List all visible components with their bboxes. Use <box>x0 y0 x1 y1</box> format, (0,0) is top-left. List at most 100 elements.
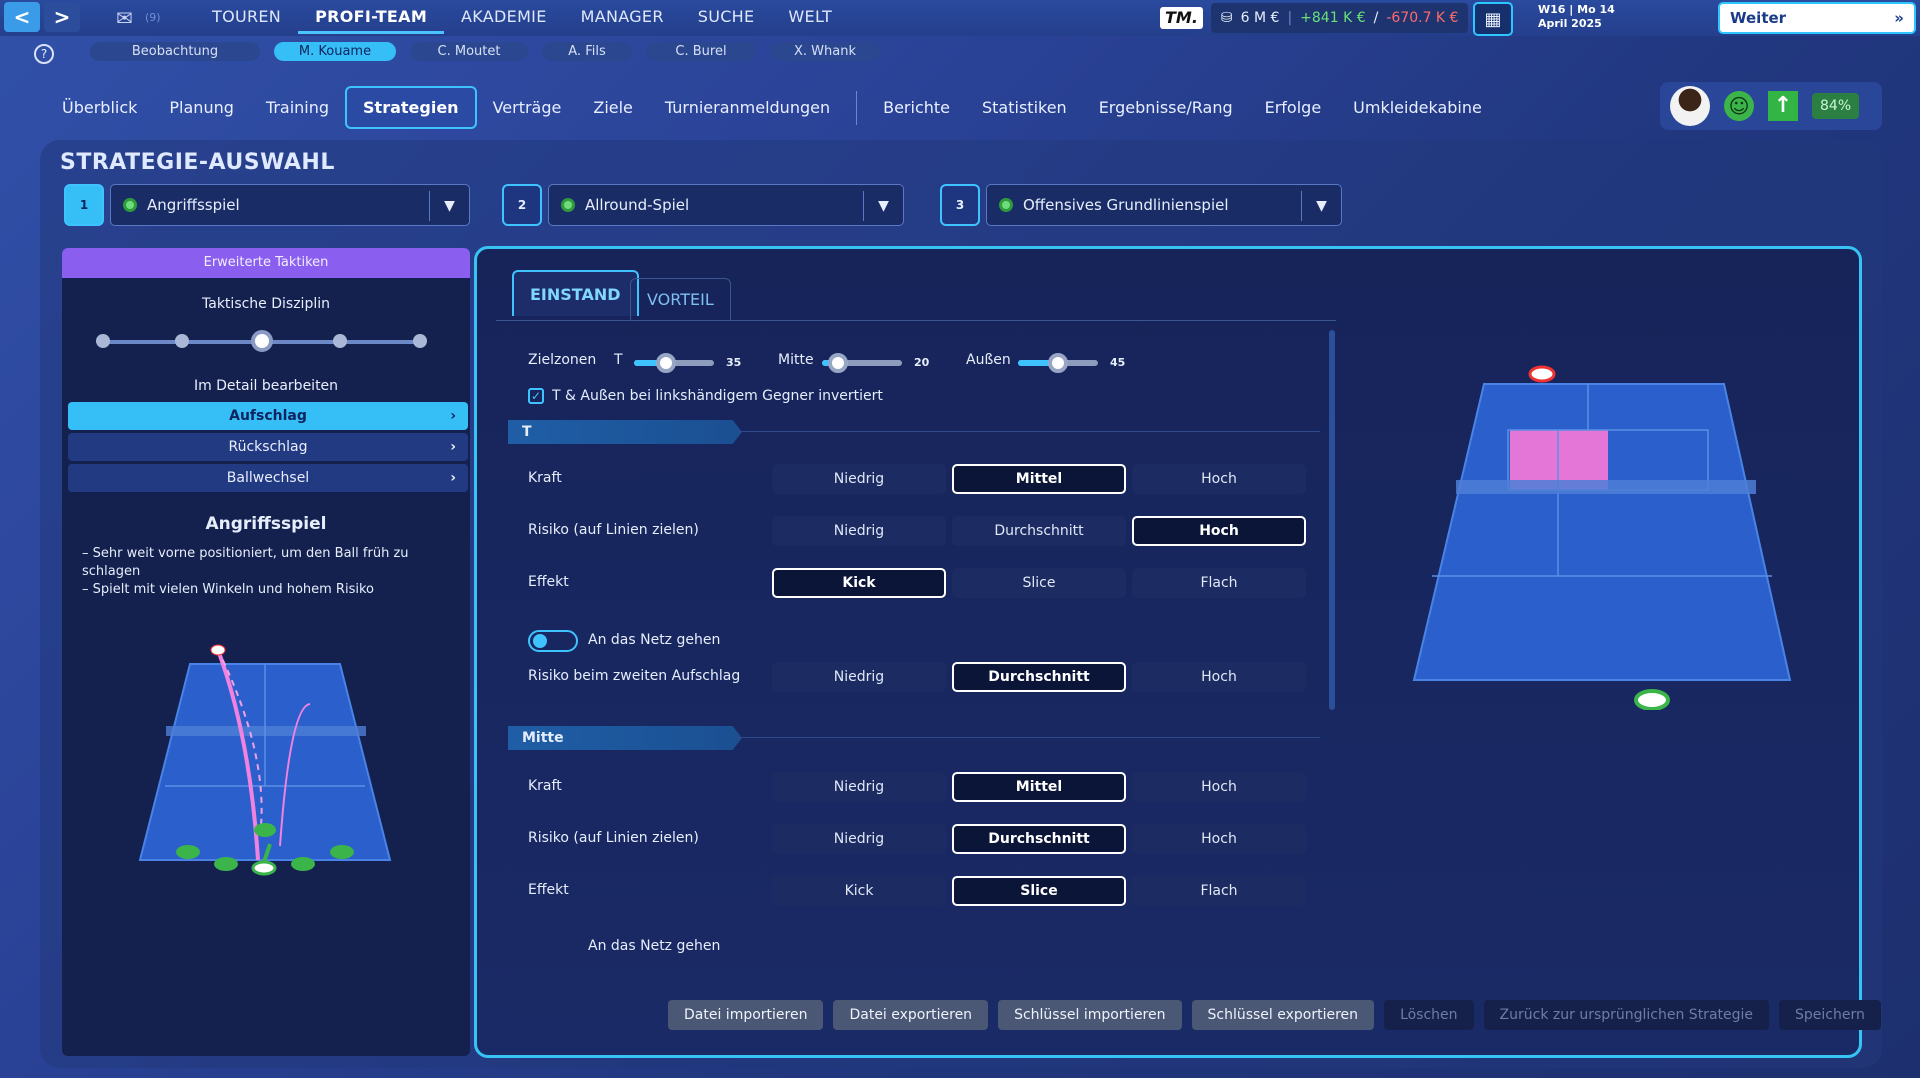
save-button[interactable]: Speichern <box>1779 1000 1881 1030</box>
invert-checkbox[interactable]: ✓ <box>528 388 544 404</box>
option-mittel[interactable]: Mittel <box>952 464 1126 494</box>
player-tab-kouame[interactable]: M. Kouame <box>274 42 396 61</box>
tab-vorteil[interactable]: VORTEIL <box>630 278 731 320</box>
tab-einstand[interactable]: EINSTAND <box>512 270 639 316</box>
option-durchschnitt[interactable]: Durchschnitt <box>952 662 1126 692</box>
discipline-slider[interactable] <box>96 330 427 352</box>
option-niedrig[interactable]: Niedrig <box>772 824 946 854</box>
player-tab-whank[interactable]: X. Whank <box>770 42 880 61</box>
tab-ergebnisse[interactable]: Ergebnisse/Rang <box>1083 88 1249 127</box>
option-hoch[interactable]: Hoch <box>1132 464 1306 494</box>
slider-step[interactable] <box>413 334 427 348</box>
option-niedrig[interactable]: Niedrig <box>772 464 946 494</box>
option-flach[interactable]: Flach <box>1132 568 1306 598</box>
delete-button[interactable]: Löschen <box>1384 1000 1474 1030</box>
option-durchschnitt[interactable]: Durchschnitt <box>952 516 1126 546</box>
help-icon[interactable]: ? <box>34 44 54 64</box>
option-hoch[interactable]: Hoch <box>1132 662 1306 692</box>
tab-erfolge[interactable]: Erfolge <box>1249 88 1338 127</box>
row-label: Risiko (auf Linien zielen) <box>528 522 699 538</box>
menu-touren[interactable]: TOUREN <box>195 0 298 34</box>
option-niedrig[interactable]: Niedrig <box>772 772 946 802</box>
option-hoch[interactable]: Hoch <box>1132 772 1306 802</box>
detail-item-rueckschlag[interactable]: Rückschlag › <box>68 433 468 461</box>
zone-t-slider[interactable] <box>634 353 714 373</box>
option-kick[interactable]: Kick <box>772 568 946 598</box>
detail-item-ballwechsel[interactable]: Ballwechsel › <box>68 464 468 492</box>
balance: 6 M € <box>1240 10 1280 26</box>
finance-box[interactable]: ⛁ 6 M € | +841 K € / -670.7 K € <box>1210 3 1469 33</box>
zone-aussen-slider[interactable] <box>1018 353 1098 373</box>
status-dot-icon <box>561 198 575 212</box>
slider-knob[interactable] <box>656 353 676 373</box>
menu-manager[interactable]: MANAGER <box>564 0 681 34</box>
zone-mitte-slider[interactable] <box>822 353 902 373</box>
calendar-button[interactable]: ▦ <box>1473 2 1513 36</box>
option-mittel[interactable]: Mittel <box>952 772 1126 802</box>
option-slice[interactable]: Slice <box>952 876 1126 906</box>
slider-knob[interactable] <box>251 330 273 352</box>
option-hoch[interactable]: Hoch <box>1132 824 1306 854</box>
strategy-select-2[interactable]: Allround-Spiel ▼ <box>548 184 904 226</box>
tab-planung[interactable]: Planung <box>153 88 249 127</box>
export-key-button[interactable]: Schlüssel exportieren <box>1191 1000 1375 1030</box>
menu-akademie[interactable]: AKADEMIE <box>444 0 564 34</box>
player-tabs: Beobachtung M. Kouame C. Moutet A. Fils … <box>90 42 880 61</box>
option-kick[interactable]: Kick <box>772 876 946 906</box>
player-tab-beobachtung[interactable]: Beobachtung <box>90 42 260 61</box>
option-niedrig[interactable]: Niedrig <box>772 662 946 692</box>
tab-vertraege[interactable]: Verträge <box>477 88 578 127</box>
option-slice[interactable]: Slice <box>952 568 1126 598</box>
tab-berichte[interactable]: Berichte <box>867 88 966 127</box>
net-toggle[interactable] <box>528 630 578 652</box>
slider-step[interactable] <box>96 334 110 348</box>
fitness-percent: 84% <box>1812 93 1860 119</box>
slider-knob[interactable] <box>828 353 848 373</box>
menu-suche[interactable]: SUCHE <box>681 0 772 34</box>
tab-turnieranmeldungen[interactable]: Turnieranmeldungen <box>649 88 846 127</box>
option-group-effekt-t: Kick Slice Flach <box>772 568 1306 598</box>
strategy-number-3[interactable]: 3 <box>940 184 980 226</box>
strategy-number-2[interactable]: 2 <box>502 184 542 226</box>
serve-diagram <box>138 644 392 876</box>
strategy-name: Angriffsspiel <box>205 514 327 534</box>
expense: -670.7 K € <box>1386 10 1459 26</box>
player-tab-moutet[interactable]: C. Moutet <box>410 42 528 61</box>
row-label: Kraft <box>528 470 562 486</box>
option-hoch[interactable]: Hoch <box>1132 516 1306 546</box>
mail-icon[interactable]: ✉ <box>116 6 133 30</box>
strategy-select-1[interactable]: Angriffsspiel ▼ <box>110 184 470 226</box>
tab-ziele[interactable]: Ziele <box>577 88 649 127</box>
forward-button[interactable]: > <box>44 2 80 32</box>
option-niedrig[interactable]: Niedrig <box>772 516 946 546</box>
option-group-effekt-mitte: Kick Slice Flach <box>772 876 1306 906</box>
tab-strategien[interactable]: Strategien <box>345 86 477 129</box>
tab-statistiken[interactable]: Statistiken <box>966 88 1083 127</box>
import-key-button[interactable]: Schlüssel importieren <box>998 1000 1182 1030</box>
detail-item-aufschlag[interactable]: Aufschlag › <box>68 402 468 430</box>
option-durchschnitt[interactable]: Durchschnitt <box>952 824 1126 854</box>
export-file-button[interactable]: Datei exportieren <box>833 1000 989 1030</box>
option-flach[interactable]: Flach <box>1132 876 1306 906</box>
slider-step[interactable] <box>333 334 347 348</box>
nav-divider <box>856 90 858 125</box>
tab-training[interactable]: Training <box>250 88 345 127</box>
player-tab-fils[interactable]: A. Fils <box>542 42 632 61</box>
history-nav: < > <box>0 0 86 34</box>
strategy-number-1[interactable]: 1 <box>64 184 104 226</box>
player-tab-burel[interactable]: C. Burel <box>646 42 756 61</box>
slider-step[interactable] <box>175 334 189 348</box>
action-bar: Datei importieren Datei exportieren Schl… <box>668 1000 1881 1030</box>
menu-welt[interactable]: WELT <box>771 0 849 34</box>
import-file-button[interactable]: Datei importieren <box>668 1000 824 1030</box>
tab-umkleidekabine[interactable]: Umkleidekabine <box>1337 88 1498 127</box>
strategy-select-3[interactable]: Offensives Grundlinienspiel ▼ <box>986 184 1342 226</box>
slider-knob[interactable] <box>1048 353 1068 373</box>
vertical-scrollbar[interactable] <box>1329 330 1335 710</box>
menu-profi-team[interactable]: PROFI-TEAM <box>298 0 445 34</box>
reset-strategy-button[interactable]: Zurück zur ursprünglichen Strategie <box>1483 1000 1770 1030</box>
avatar[interactable] <box>1670 86 1710 126</box>
continue-button[interactable]: Weiter » <box>1718 2 1916 34</box>
tab-ueberblick[interactable]: Überblick <box>46 88 153 127</box>
back-button[interactable]: < <box>4 2 40 32</box>
